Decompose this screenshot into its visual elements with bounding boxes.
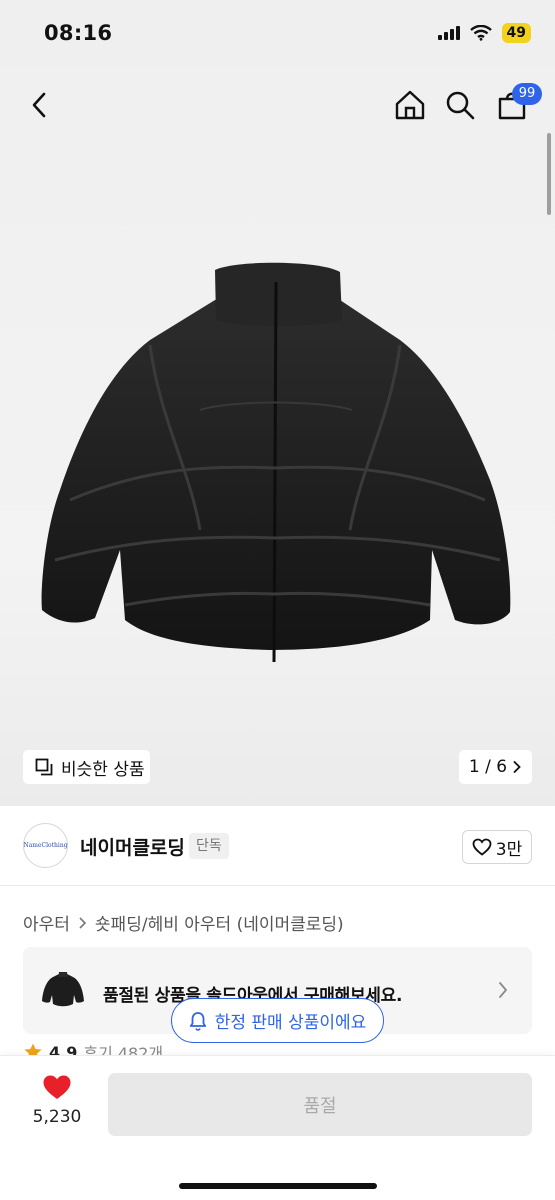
breadcrumb-item[interactable]: 숏패딩/헤비 아우터 (네이머클로딩) (95, 910, 344, 935)
cart-count-badge: 99 (512, 83, 542, 105)
home-indicator[interactable] (179, 1183, 377, 1189)
brand-row: NameClothing 네이머클로딩 단독 3만 (0, 806, 555, 886)
heart-outline-icon (472, 838, 492, 856)
home-button[interactable] (386, 78, 434, 132)
cellular-signal-icon (437, 26, 460, 40)
search-button[interactable] (436, 78, 484, 132)
page-indicator-text: 1 / 6 (468, 757, 508, 777)
banner-product-thumbnail (42, 972, 84, 1007)
heart-filled-icon (43, 1075, 71, 1099)
chevron-right-icon (499, 982, 508, 998)
brand-name[interactable]: 네이머클로딩 (80, 833, 185, 860)
wifi-icon (469, 25, 492, 41)
back-button[interactable] (16, 78, 64, 132)
exclusive-tag: 단독 (189, 833, 229, 859)
home-icon (395, 90, 425, 120)
wishlist-count: 5,230 (32, 1107, 82, 1127)
chevron-right-icon (79, 916, 87, 929)
brand-logo[interactable]: NameClothing (23, 823, 68, 868)
status-indicators: 49 (437, 23, 531, 43)
scrollbar[interactable] (547, 133, 551, 215)
search-icon (446, 91, 475, 120)
product-image[interactable] (0, 200, 555, 730)
brand-like-button[interactable]: 3만 (462, 830, 532, 864)
chevron-right-icon (513, 761, 521, 773)
limited-sale-badge[interactable]: 한정 판매 상품이에요 (171, 998, 384, 1043)
breadcrumb: 아우터 숏패딩/헤비 아우터 (네이머클로딩) (23, 910, 344, 935)
bottom-action-bar: 5,230 품절 (0, 1055, 555, 1200)
similar-products-button[interactable]: 비슷한 상품 (23, 750, 150, 784)
similar-products-label: 비슷한 상품 (61, 759, 145, 780)
buy-button-disabled[interactable]: 품절 (108, 1073, 532, 1136)
cart-button[interactable]: 99 (488, 78, 542, 132)
bell-icon (189, 1011, 206, 1031)
brand-like-count: 3만 (495, 839, 523, 860)
wishlist-button[interactable]: 5,230 (20, 1074, 94, 1144)
status-bar: 08:16 49 (0, 0, 555, 66)
status-time: 08:16 (44, 21, 113, 45)
chevron-left-icon (32, 92, 46, 118)
brand-logo-text: NameClothing (23, 842, 68, 849)
breadcrumb-item[interactable]: 아우터 (23, 910, 70, 935)
limited-sale-text: 한정 판매 상품이에요 (214, 1013, 367, 1033)
top-navigation: 99 (0, 78, 555, 132)
battery-indicator: 49 (501, 23, 531, 43)
similar-items-icon (35, 758, 53, 776)
gallery-page-indicator[interactable]: 1 / 6 (459, 750, 532, 784)
